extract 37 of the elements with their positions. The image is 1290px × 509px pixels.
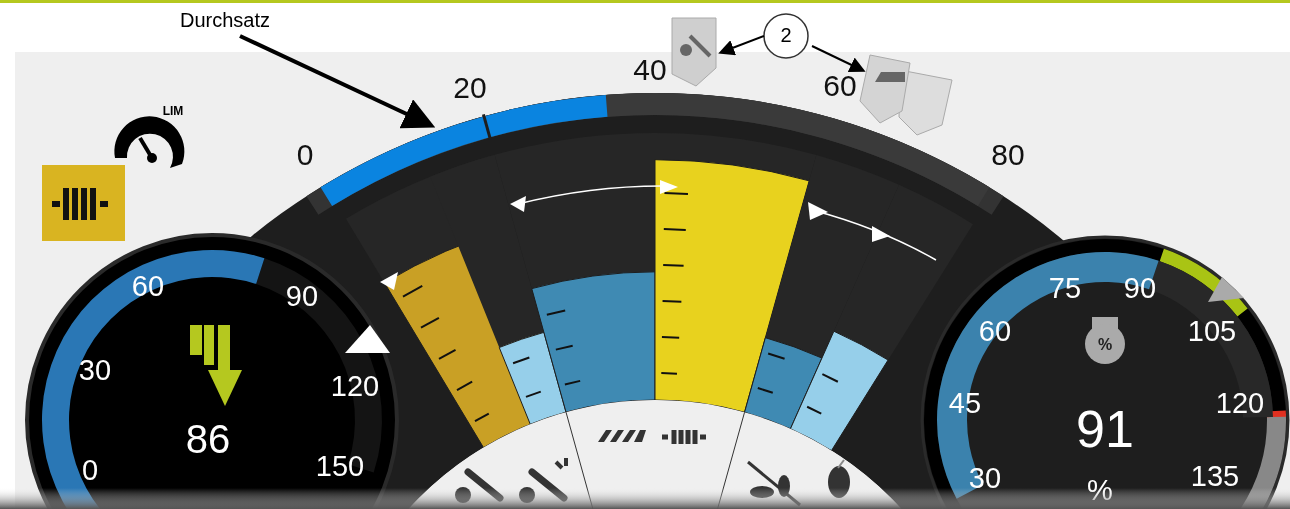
cutter-drum-icon (598, 427, 709, 447)
gauge-label: 30 (78, 353, 112, 386)
engine-icon-label: % (1097, 336, 1113, 354)
gauge-label: 0 (81, 453, 99, 486)
settings-tag-icon (671, 17, 717, 87)
threshing-drum-button-icon (42, 165, 125, 241)
annotation-label: Durchsatz (180, 9, 270, 32)
gauge-label: 150 (315, 449, 365, 482)
engine-value: 91 (1076, 399, 1134, 458)
scale-tick (482, 113, 492, 140)
marker-icon (380, 272, 398, 290)
speed-value: 86 (185, 416, 231, 461)
scale-label: 80 (991, 137, 1025, 171)
gauge-label: 105 (1187, 314, 1237, 347)
scale-label: 40 (633, 52, 667, 86)
engine-icon (1085, 317, 1125, 364)
scale-label: 20 (453, 70, 487, 104)
bar-scale-ticks (806, 373, 839, 415)
gauge-label: 120 (1215, 386, 1265, 419)
bar-scale-ticks (512, 356, 542, 398)
scale-label: 0 (296, 137, 314, 171)
gauge-label: 90 (285, 279, 319, 312)
gauge-label: 60 (131, 269, 165, 302)
scale-label: 60 (823, 68, 857, 102)
gauge-label: 75 (1048, 271, 1082, 304)
machine-tag-icon (859, 54, 953, 136)
callout-circle (763, 13, 809, 59)
unit-label: % (1087, 473, 1113, 506)
callout-number: 2 (780, 24, 792, 47)
down-arrow-icon (190, 325, 242, 406)
pointer-icon (1208, 277, 1244, 302)
bar-scale-ticks (756, 352, 786, 394)
lim-label: LIM (162, 104, 184, 119)
gauge-label: 120 (330, 369, 380, 402)
pointer-icon (345, 325, 390, 353)
speedometer-icon (114, 116, 185, 168)
gauge-label: 135 (1190, 459, 1240, 492)
